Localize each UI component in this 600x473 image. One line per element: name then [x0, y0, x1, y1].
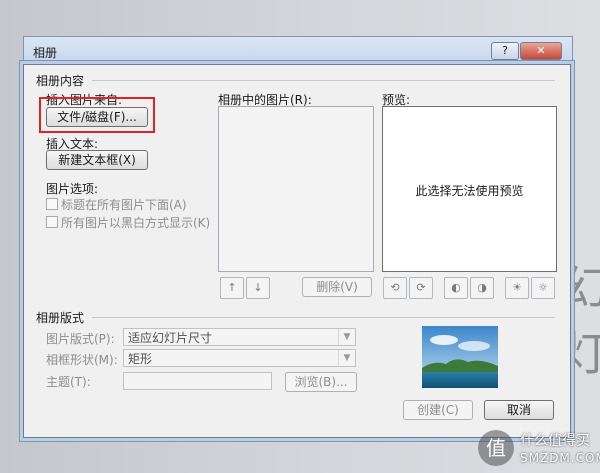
- brightness-down-button[interactable]: ☼: [531, 277, 555, 299]
- layout-thumbnail: [422, 326, 498, 388]
- remove-button[interactable]: 删除(V): [302, 277, 372, 297]
- brightness-up-button[interactable]: ☀: [505, 277, 529, 299]
- black-white-label: 所有图片以黑白方式显示(K): [61, 216, 211, 230]
- dialog-title: 相册: [33, 46, 58, 60]
- brightness-up-icon: ☀: [512, 281, 522, 294]
- rotate-left-icon: ⟲: [390, 281, 400, 294]
- arrow-down-icon: ↓: [253, 281, 263, 294]
- frame-shape-value: 矩形: [128, 352, 153, 366]
- move-down-button[interactable]: ↓: [246, 277, 270, 299]
- contrast-up-icon: ◐: [451, 281, 461, 294]
- rotate-right-button[interactable]: ⟳: [409, 277, 433, 299]
- browse-button[interactable]: 浏览(B)...: [285, 372, 357, 392]
- theme-input[interactable]: [123, 372, 272, 390]
- theme-label: 主题(T):: [46, 375, 91, 389]
- close-button[interactable]: ✕: [520, 42, 562, 60]
- help-icon: ?: [502, 44, 508, 57]
- section-divider: [92, 80, 555, 81]
- contrast-down-icon: ◑: [477, 281, 487, 294]
- section-divider: [92, 317, 555, 318]
- picture-options-label: 图片选项:: [46, 182, 99, 196]
- brightness-down-icon: ☼: [538, 281, 548, 294]
- chevron-down-icon: ▼: [338, 350, 355, 366]
- close-icon: ✕: [536, 44, 546, 57]
- contrast-down-button[interactable]: ◑: [470, 277, 494, 299]
- rotate-right-icon: ⟳: [416, 281, 426, 294]
- watermark-line2: SMZDM.COM: [520, 451, 600, 465]
- new-textbox-button[interactable]: 新建文本框(X): [46, 150, 148, 170]
- black-white-checkbox[interactable]: [46, 216, 58, 228]
- frame-shape-label: 相框形状(M):: [46, 353, 118, 367]
- create-button[interactable]: 创建(C): [403, 400, 473, 420]
- rotate-left-button[interactable]: ⟲: [383, 277, 407, 299]
- move-up-button[interactable]: ↑: [220, 277, 244, 299]
- contrast-up-button[interactable]: ◐: [444, 277, 468, 299]
- caption-below-label: 标题在所有图片下面(A): [61, 198, 187, 212]
- highlight-annotation: [39, 97, 155, 133]
- arrow-up-icon: ↑: [227, 281, 237, 294]
- cancel-button[interactable]: 取消: [484, 400, 554, 420]
- picture-layout-label: 图片版式(P):: [46, 332, 115, 346]
- watermark-line1: 什么值得买: [520, 433, 590, 449]
- preview-message: 此选择无法使用预览: [415, 184, 524, 198]
- watermark-logo: 值: [478, 430, 514, 466]
- help-button[interactable]: ?: [491, 42, 519, 60]
- picture-layout-value: 适应幻灯片尺寸: [128, 331, 213, 345]
- pictures-in-album-list[interactable]: [218, 106, 374, 272]
- picture-layout-select[interactable]: 适应幻灯片尺寸 ▼: [123, 328, 356, 346]
- frame-shape-select[interactable]: 矩形 ▼: [123, 349, 356, 367]
- album-content-heading: 相册内容: [36, 74, 85, 88]
- caption-below-checkbox[interactable]: [46, 198, 58, 210]
- chevron-down-icon: ▼: [338, 329, 355, 345]
- album-layout-heading: 相册版式: [36, 311, 85, 325]
